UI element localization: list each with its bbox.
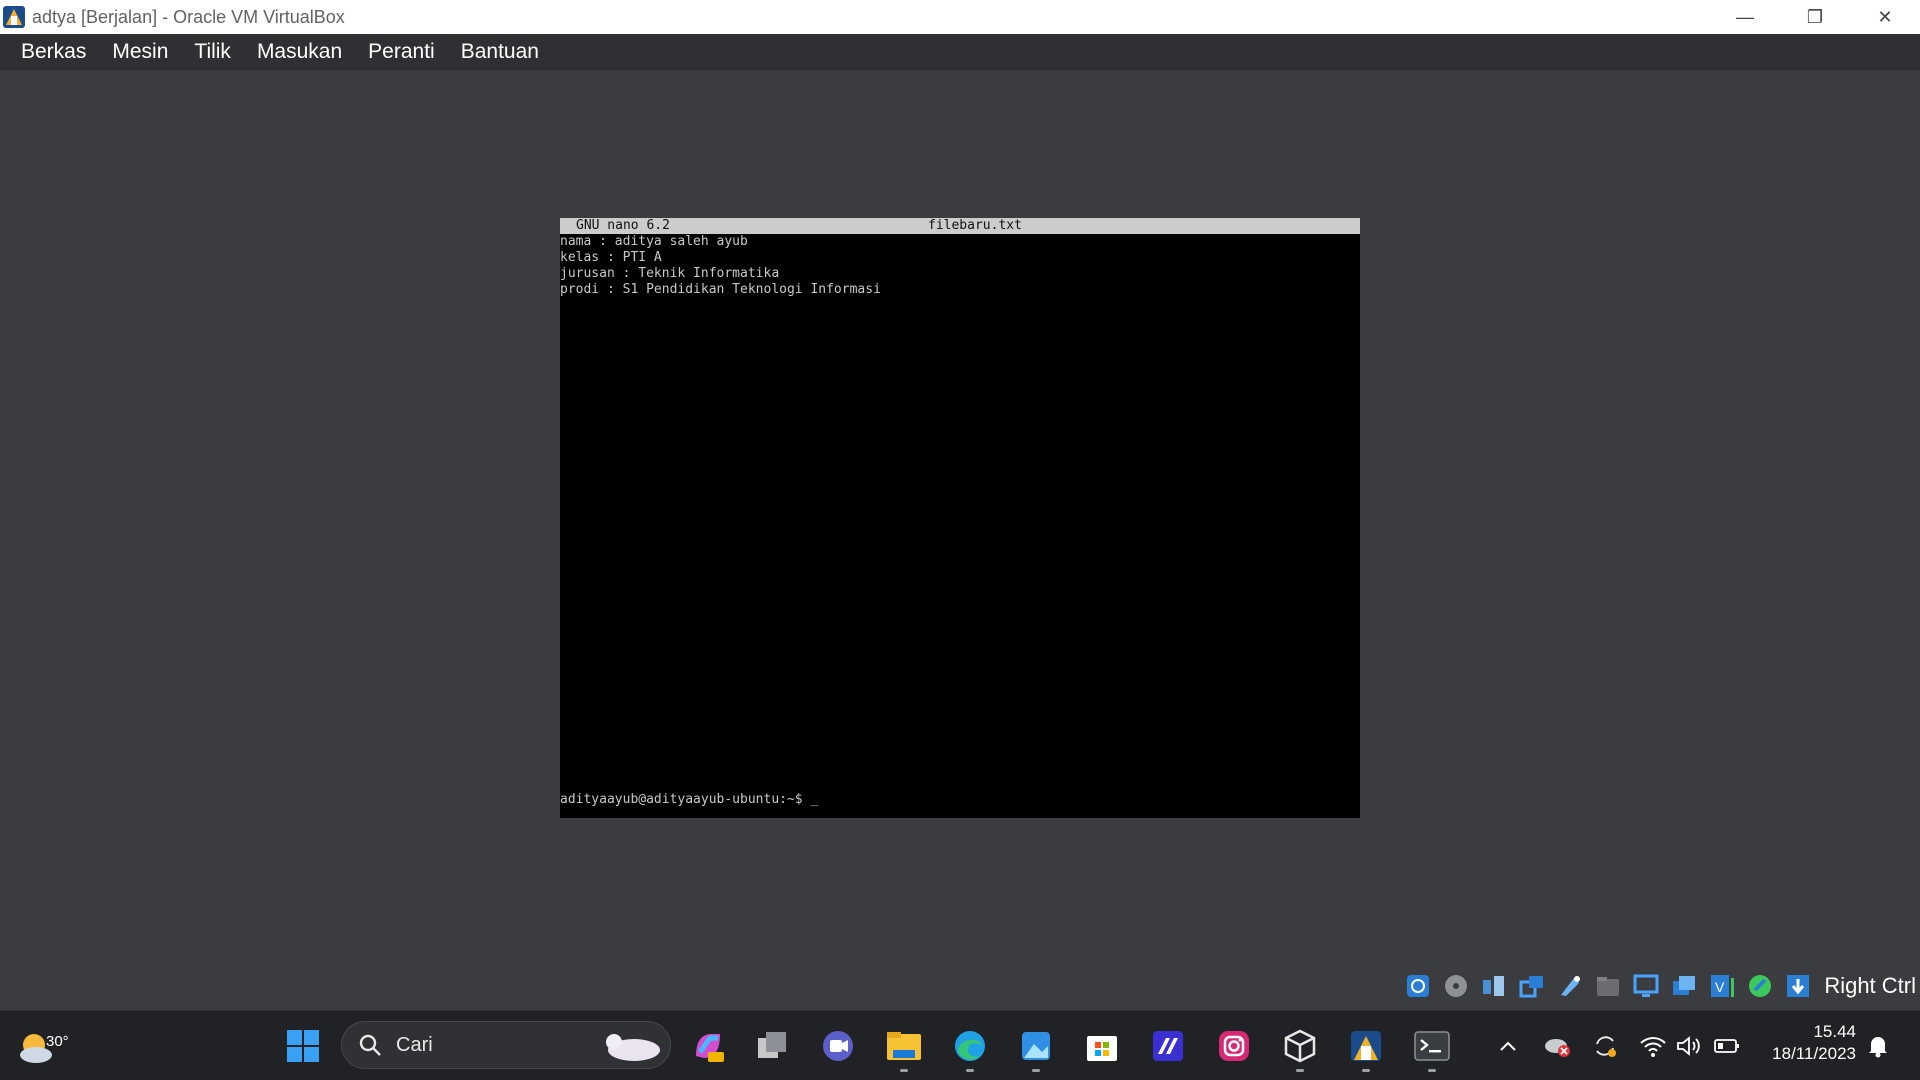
file-line: nama : aditya saleh ayub	[560, 234, 748, 249]
audio-icon[interactable]	[1478, 970, 1510, 1002]
weather-widget[interactable]: 30°	[14, 1023, 69, 1069]
photos-button[interactable]	[1016, 1026, 1056, 1072]
edge-button[interactable]	[950, 1026, 990, 1072]
clock-time: 15.44	[1813, 1022, 1856, 1041]
window-title: adtya [Berjalan] - Oracle VM VirtualBox	[32, 6, 345, 27]
copilot-button[interactable]	[688, 1026, 728, 1066]
volume-button[interactable]	[1672, 1029, 1706, 1063]
search-placeholder: Cari	[396, 1033, 433, 1056]
copilot-icon	[696, 1034, 724, 1062]
network-icon[interactable]	[1516, 970, 1548, 1002]
visual-studio-button[interactable]	[1148, 1026, 1188, 1066]
virtualbox-button[interactable]	[1280, 1026, 1320, 1072]
sync-icon	[1596, 1036, 1616, 1057]
file-line: prodi : S1 Pendidikan Teknologi Informas…	[560, 282, 881, 297]
chevron-up-icon	[1500, 1041, 1516, 1051]
search-icon	[359, 1034, 381, 1056]
onedrive-button[interactable]	[1540, 1029, 1574, 1063]
running-indicator	[900, 1069, 908, 1072]
running-indicator	[1296, 1069, 1304, 1072]
file-explorer-icon	[887, 1032, 921, 1060]
terminal-button[interactable]	[1412, 1026, 1452, 1072]
shared-folder-icon[interactable]	[1592, 970, 1624, 1002]
visual-studio-icon	[1153, 1031, 1183, 1061]
nano-filename: filebaru.txt	[928, 218, 1022, 233]
file-line: kelas : PTI A	[560, 250, 662, 265]
file-content: nama : aditya saleh ayub kelas : PTI A j…	[560, 234, 881, 298]
minimize-button[interactable]: —	[1710, 0, 1780, 34]
photos-icon	[1022, 1032, 1050, 1060]
sync-button[interactable]	[1588, 1029, 1622, 1063]
hard-disk-icon[interactable]	[1402, 970, 1434, 1002]
running-indicator	[1362, 1069, 1370, 1072]
search-highlight-icon	[606, 1034, 660, 1061]
close-button[interactable]: ✕	[1850, 0, 1920, 34]
teams-icon	[823, 1031, 853, 1061]
display-icon[interactable]	[1630, 970, 1662, 1002]
menu-masukan[interactable]: Masukan	[244, 40, 355, 64]
search-box[interactable]: Cari	[341, 1021, 671, 1069]
weather-temperature: 30°	[46, 1033, 69, 1050]
virtualbox-vm-button[interactable]	[1346, 1026, 1386, 1072]
menu-mesin[interactable]: Mesin	[99, 40, 181, 64]
vm-screen[interactable]: GNU nano 6.2 filebaru.txt nama : aditya …	[560, 218, 1360, 818]
window-controls: — ❐ ✕	[1710, 0, 1920, 34]
mouse-integration-icon[interactable]	[1744, 970, 1776, 1002]
vm-display-area[interactable]: GNU nano 6.2 filebaru.txt nama : aditya …	[0, 70, 1920, 1010]
running-indicator	[1428, 1069, 1436, 1072]
edge-icon	[955, 1031, 985, 1061]
virtualbox-logo-icon	[3, 6, 25, 28]
store-icon	[1087, 1036, 1117, 1061]
keyboard-capture-icon[interactable]	[1782, 970, 1814, 1002]
instagram-icon	[1219, 1031, 1249, 1061]
wifi-button[interactable]	[1636, 1029, 1670, 1063]
usb-icon[interactable]	[1554, 970, 1586, 1002]
start-icon	[287, 1030, 319, 1062]
file-line: jurusan : Teknik Informatika	[560, 266, 780, 281]
menu-peranti[interactable]: Peranti	[355, 40, 448, 64]
notifications-button[interactable]	[1862, 1029, 1894, 1063]
bell-icon	[1869, 1037, 1887, 1058]
teams-button[interactable]	[818, 1026, 858, 1066]
store-button[interactable]	[1082, 1026, 1122, 1066]
file-explorer-button[interactable]	[884, 1026, 924, 1072]
task-view-icon	[758, 1032, 786, 1058]
shell-prompt: adityaayub@adityaayub-ubuntu:~$ _	[560, 792, 819, 807]
minimize-icon: —	[1736, 6, 1754, 27]
host-key-label: Right Ctrl	[1824, 973, 1916, 998]
restore-icon: ❐	[1806, 6, 1824, 27]
clock[interactable]: 15.44 18/11/2023	[1772, 1021, 1856, 1065]
nano-version: GNU nano 6.2	[576, 218, 670, 233]
window-titlebar[interactable]: adtya [Berjalan] - Oracle VM VirtualBox …	[0, 0, 1920, 34]
show-hidden-icons-button[interactable]	[1494, 1029, 1522, 1063]
instagram-button[interactable]	[1214, 1026, 1254, 1066]
virtualbox-icon	[1284, 1029, 1316, 1063]
vm-status-bar: V Right Ctrl	[1402, 968, 1920, 1004]
menu-berkas[interactable]: Berkas	[8, 40, 99, 64]
optical-drive-icon[interactable]	[1440, 970, 1472, 1002]
virtualbox-vm-icon	[1351, 1031, 1381, 1061]
battery-button[interactable]	[1710, 1029, 1744, 1063]
menubar: Berkas Mesin Tilik Masukan Peranti Bantu…	[0, 34, 1920, 70]
close-icon: ✕	[1877, 6, 1893, 27]
nano-header: GNU nano 6.2 filebaru.txt	[560, 218, 1360, 234]
clock-date: 18/11/2023	[1772, 1044, 1856, 1063]
running-indicator	[966, 1069, 974, 1072]
recording-icon[interactable]	[1668, 970, 1700, 1002]
start-button[interactable]	[283, 1026, 323, 1066]
battery-icon	[1714, 1039, 1739, 1053]
wifi-icon	[1640, 1037, 1666, 1057]
onedrive-error-icon	[1545, 1039, 1570, 1057]
running-indicator	[1032, 1069, 1040, 1072]
menu-bantuan[interactable]: Bantuan	[448, 40, 552, 64]
taskbar: 30° Cari 15.44 18/11/2023	[0, 1010, 1920, 1080]
svg-text:V: V	[1715, 979, 1725, 995]
vt-x-icon[interactable]: V	[1706, 970, 1738, 1002]
volume-icon	[1677, 1036, 1700, 1056]
menu-tilik[interactable]: Tilik	[181, 40, 244, 64]
task-view-button[interactable]	[752, 1026, 792, 1066]
terminal-icon	[1414, 1031, 1450, 1061]
restore-button[interactable]: ❐	[1780, 0, 1850, 34]
